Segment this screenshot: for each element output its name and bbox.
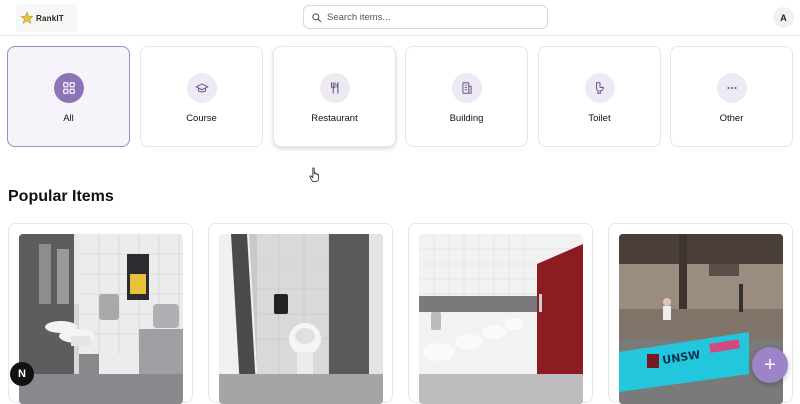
category-course-icon-wrap [186, 73, 217, 103]
grid-icon [62, 82, 75, 94]
search-input[interactable] [327, 11, 527, 23]
category-toilet[interactable]: Toilet [538, 46, 661, 147]
toilet-stall-photo [219, 234, 383, 404]
category-building-icon-wrap [451, 73, 482, 103]
framework-badge[interactable]: N [10, 362, 34, 386]
category-list: All Course Restaurant Building Toilet Ot… [7, 46, 793, 147]
building-icon [461, 82, 472, 94]
bathroom-sinks-photo [19, 234, 183, 404]
category-all[interactable]: All [7, 46, 130, 147]
category-all-icon-wrap [53, 73, 84, 103]
category-toilet-icon-wrap [584, 73, 615, 103]
category-other[interactable]: Other [670, 46, 793, 147]
section-title: Popular Items [8, 188, 114, 205]
item-card[interactable] [408, 223, 593, 404]
category-other-icon-wrap [716, 73, 747, 103]
fork-knife-icon [330, 82, 338, 94]
category-restaurant-icon-wrap [319, 73, 350, 103]
item-card[interactable] [8, 223, 193, 404]
category-label: Other [719, 113, 744, 124]
more-dots-icon [726, 86, 737, 90]
logo-text: RankIT [36, 13, 64, 23]
avatar[interactable]: A [773, 7, 794, 28]
graduation-cap-icon [195, 83, 208, 93]
add-item-button[interactable]: + [752, 347, 788, 383]
category-label: Toilet [588, 113, 611, 124]
logo[interactable]: RankIT [16, 4, 78, 32]
item-card[interactable] [208, 223, 393, 404]
category-building[interactable]: Building [405, 46, 528, 147]
search-icon [312, 12, 322, 22]
category-label: Building [449, 113, 484, 124]
category-label: All [63, 113, 74, 124]
category-course[interactable]: Course [140, 46, 263, 147]
top-bar: RankIT A [0, 0, 800, 36]
sinks-red-door-photo [419, 234, 583, 404]
search-bar[interactable] [303, 5, 548, 29]
category-restaurant[interactable]: Restaurant [273, 46, 396, 147]
star-logo-icon [20, 11, 34, 24]
hand-cursor-icon [309, 167, 320, 183]
category-label: Course [186, 113, 217, 124]
category-label: Restaurant [311, 113, 358, 124]
toilet-icon [595, 82, 604, 94]
